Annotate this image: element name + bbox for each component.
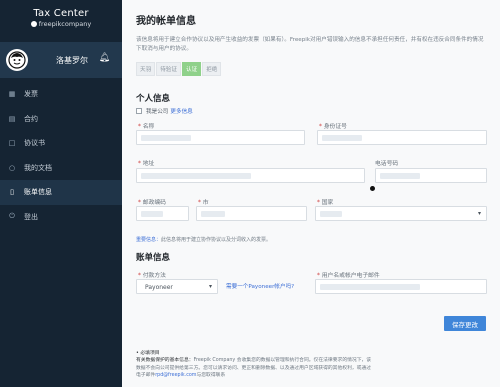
account-email-field[interactable] [315, 279, 487, 294]
company-checkbox-row: 我是公司 更多信息 [136, 107, 193, 115]
more-info-link[interactable]: 更多信息 [170, 107, 192, 115]
sidebar-item-label: 发票 [24, 90, 38, 99]
billing-icon: ▯ [10, 188, 14, 197]
status-tab[interactable]: 天羽 [136, 62, 156, 76]
bell-icon[interactable]: 🔔︎ [99, 53, 110, 63]
country-select[interactable]: ▾ [315, 206, 487, 221]
logout-icon: ⏻ [9, 212, 15, 221]
footer-line1-text: Freepik Company 会收集您的数据以管理和执行合同。仅在法律要求的情… [193, 358, 372, 364]
city-label: * 市 [198, 200, 209, 206]
sidebar-item-agreements[interactable]: □ 协议书 [0, 131, 122, 156]
section-title-personal: 个人信息 [136, 94, 171, 104]
address-field[interactable] [136, 168, 365, 183]
brand-title: Tax Center [33, 8, 89, 19]
billing-header: 我的帐单信息 该信息将用于建立合作协议以及用产生收益的发票（如果有）。Freep… [136, 12, 488, 76]
payment-method-select[interactable]: Payoneer ▾ [136, 279, 218, 294]
sidebar-item-billing[interactable]: ▯ 账单信息 [0, 180, 122, 205]
postal-code-field[interactable] [136, 206, 189, 221]
need-payoneer-link[interactable]: 需要一个Payoneer帐户吗? [226, 284, 294, 290]
sidebar-item-logout[interactable]: ⏻ 登出 [0, 205, 122, 230]
address-value-blurred [141, 173, 251, 179]
need-payoneer-link-wrap: 需要一个Payoneer帐户吗? [226, 282, 294, 290]
sidebar-item-label: 我的文档 [24, 163, 52, 172]
avatar-face-icon [8, 51, 26, 69]
brand: Tax Center freepikcompany [0, 0, 122, 38]
country-value-blurred [320, 211, 342, 217]
sidebar-item-documents[interactable]: ○ 我的文档 [0, 156, 122, 181]
footer-email-link[interactable]: rpd@freepik.com [155, 373, 196, 378]
payment-method-label: * 付款方法 [138, 273, 166, 279]
sidebar-item-invoices[interactable]: ▦ 发票 [0, 82, 122, 107]
footer-title-row: • 必填项目 [136, 350, 488, 357]
company-checkbox-label: 我是公司 [146, 109, 169, 115]
sidebar-item-label: 协议书 [24, 139, 45, 148]
important-notice-text: 此信息将用于建立协作协议以及分词收入的发票。 [161, 237, 272, 243]
email-value-blurred [320, 284, 420, 290]
important-notice: 重要信息：此信息将用于建立协作协议以及分词收入的发票。 [136, 236, 271, 243]
sidebar: Tax Center freepikcompany 洛基罗尔 🔔︎ ▦ 发票 ▤… [0, 0, 122, 387]
status-tab-active[interactable]: 认证 [182, 62, 202, 76]
mouse-cursor-icon [370, 186, 375, 191]
company-checkbox[interactable] [136, 108, 142, 114]
avatar[interactable] [6, 49, 28, 71]
invoice-icon: ▦ [8, 90, 16, 99]
sidebar-item-contracts[interactable]: ▤ 合约 [0, 107, 122, 132]
main-content: 我的帐单信息 该信息将用于建立合作协议以及用产生收益的发票（如果有）。Freep… [122, 0, 500, 387]
freepik-logo-icon [30, 21, 37, 27]
id-number-label: * 身份证号 [319, 124, 347, 130]
username: 洛基罗尔 [56, 55, 88, 65]
footer-line-1: 有关数据保护的基本信息：Freepik Company 会收集您的数据以管理和执… [136, 357, 488, 364]
footer-legal: • 必填项目 有关数据保护的基本信息：Freepik Company 会收集您的… [136, 350, 488, 379]
sidebar-nav: ▦ 发票 ▤ 合约 □ 协议书 ○ 我的文档 ▯ 账单信息 ⏻ 登出 [0, 82, 122, 229]
status-tabs: 天羽 待验证 认证 拒绝 [136, 62, 488, 76]
contract-icon: ▤ [8, 114, 16, 123]
account-email-label: * 用户名或帐户电子邮件 [317, 273, 380, 279]
brand-subtitle: freepikcompany [0, 20, 122, 28]
name-label: * 名称 [138, 124, 155, 130]
name-value-blurred [141, 135, 191, 141]
phone-field[interactable] [375, 168, 487, 183]
sidebar-item-label: 合约 [24, 114, 38, 123]
page-title: 我的帐单信息 [136, 16, 196, 27]
chevron-down-icon: ▾ [477, 210, 481, 217]
documents-icon: ○ [8, 163, 16, 172]
name-field[interactable] [136, 130, 305, 145]
postal-code-label: * 邮政编码 [138, 200, 166, 206]
save-button[interactable]: 保存更改 [444, 316, 486, 331]
footer-title: 必填项目 [140, 351, 160, 356]
agreement-icon: □ [8, 139, 16, 148]
footer-line-2: 数据不会向公司提供给第三方。您可以请求访问、更正和删除数据、以及通过用户区域获得… [136, 365, 372, 371]
footer-required-icon: • [136, 351, 139, 356]
address-label: * 地址 [138, 161, 155, 167]
postal-value-blurred [141, 211, 163, 217]
payment-method-value: Payoneer [145, 284, 173, 291]
important-notice-strong: 重要信息： [136, 237, 162, 243]
chevron-down-icon: ▾ [208, 283, 212, 290]
address-label-text: 地址 [142, 161, 155, 167]
footer-line3-post: 与您取得联系 [196, 372, 226, 378]
status-tab[interactable]: 拒绝 [202, 62, 222, 76]
id-number-field[interactable] [317, 130, 487, 145]
footer-line1-strong: 有关数据保护的基本信息： [136, 358, 194, 364]
phone-label: 电话号码 [375, 158, 398, 167]
page-description: 该信息将用于建立合作协议以及用产生收益的发票（如果有）。Freepik对用户错误… [136, 37, 484, 52]
sidebar-item-label: 登出 [24, 212, 38, 221]
id-value-blurred [322, 135, 362, 141]
sidebar-item-label: 账单信息 [24, 188, 52, 197]
footer-line-3: 电子邮件rpd@freepik.com与您取得联系 [136, 372, 488, 379]
city-value-blurred [201, 211, 225, 217]
user-bar[interactable]: 洛基罗尔 🔔︎ [0, 42, 122, 78]
footer-line3-pre: 电子邮件 [136, 372, 156, 378]
brand-subtitle-text: freepikcompany [38, 20, 92, 28]
country-label: * 国家 [317, 200, 334, 206]
city-field[interactable] [196, 206, 307, 221]
section-title-account: 账单信息 [136, 253, 171, 263]
status-tab[interactable]: 待验证 [156, 62, 181, 76]
phone-label-text: 电话号码 [375, 161, 399, 167]
phone-value-blurred [380, 173, 420, 179]
